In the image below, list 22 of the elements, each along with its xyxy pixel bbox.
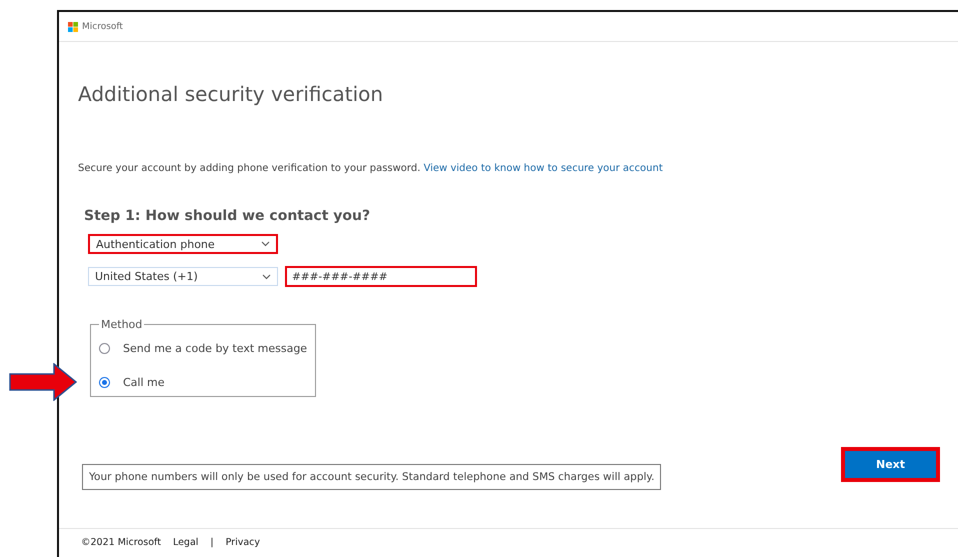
intro-text: Secure your account by adding phone verification to your password. View video to know how to secure your account (78, 163, 664, 174)
notice-text: Your phone numbers will only be used for account security. Standard telephone and SMS charges will apply. (82, 464, 662, 490)
footer-link[interactable]: Privacy (226, 536, 260, 548)
next-button[interactable]: Next (841, 447, 940, 482)
phone-field[interactable]: ###-###-#### (285, 266, 477, 287)
radio-button[interactable] (99, 342, 110, 354)
page-title: Additional security verification (78, 82, 384, 106)
chevron-icon (262, 274, 271, 280)
logo-icon (68, 22, 78, 32)
option-label: Send me a code by text message (123, 342, 308, 354)
footer-link[interactable]: Legal (172, 536, 198, 548)
method-legend: Method (99, 318, 144, 331)
copyright-text: ©2021 Microsoft (81, 536, 161, 548)
option-label: Call me (123, 376, 165, 388)
video-link[interactable]: View video to know how to secure your account (424, 163, 663, 174)
brand-name: Microsoft (82, 22, 123, 32)
radio-button[interactable] (99, 376, 110, 388)
separator-text: | (210, 536, 214, 548)
step-heading: Step 1: How should we contact you? (84, 208, 372, 224)
country-dropdown[interactable]: United States (+1) (88, 267, 278, 286)
contact-type-dropdown[interactable]: Authentication phone (88, 234, 278, 254)
chevron-icon (261, 241, 270, 247)
